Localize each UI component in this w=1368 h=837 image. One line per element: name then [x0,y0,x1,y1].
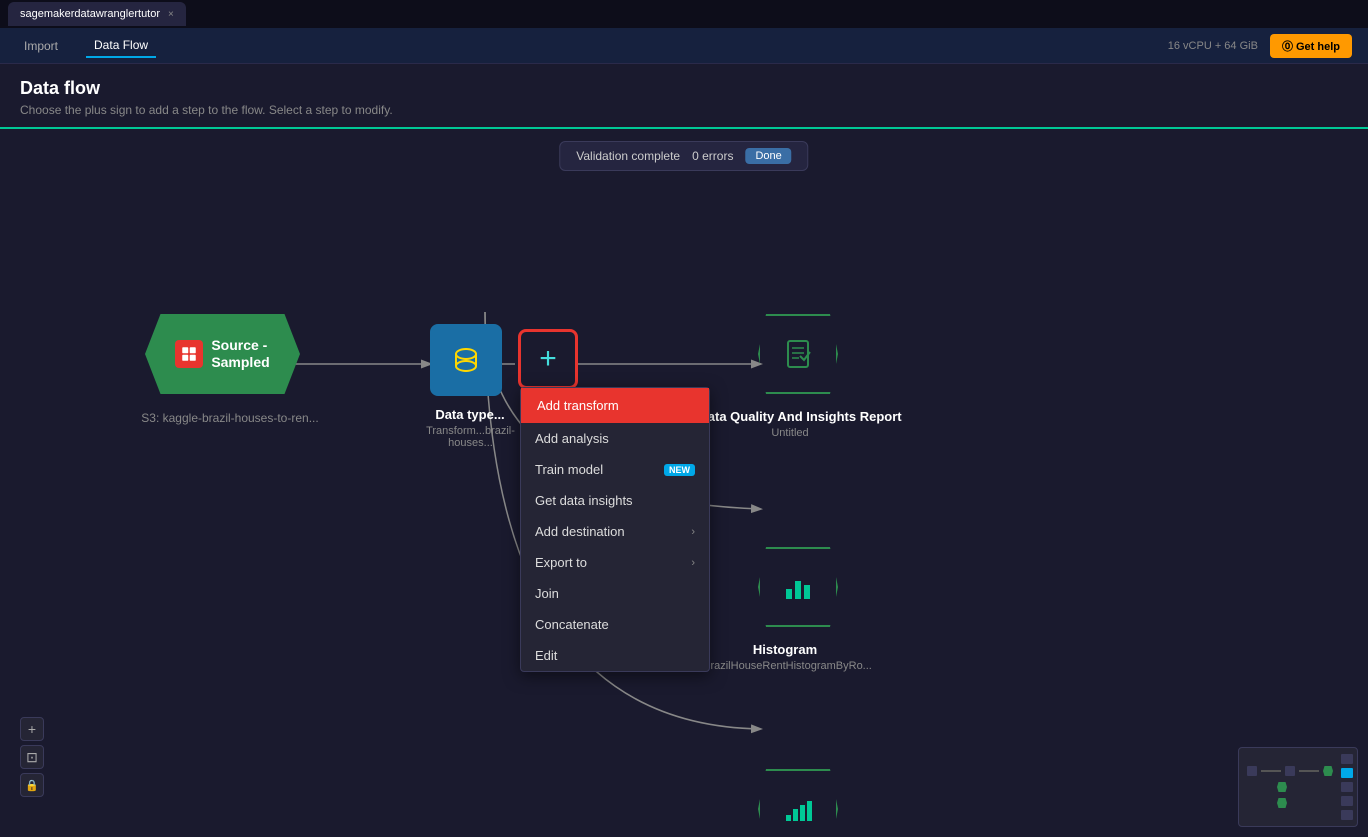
histogram-node[interactable] [758,547,838,627]
app-navbar: Import Data Flow 16 vCPU + 64 GiB ⓪ Get … [0,28,1368,64]
zoom-controls: + ⊡ 🔒 [20,717,44,797]
mini-map [1238,747,1358,827]
datatype-subtitle: Transform...brazil-houses... [408,425,533,449]
browser-tab[interactable]: sagemakerdatawranglertutor × [8,2,186,26]
page-header: Data flow Choose the plus sign to add a … [0,64,1368,129]
quality-node[interactable] [758,314,838,394]
menu-item-get-data-insights[interactable]: Get data insights [521,485,709,516]
histogram-label: Histogram [705,642,865,657]
browser-tabbar: sagemakerdatawranglertutor × [0,0,1368,28]
errors-count: 0 errors [692,149,733,163]
validation-bar: Validation complete 0 errors Done [559,141,808,171]
source-node-inner: Source - Sampled [175,337,269,371]
zoom-lock-button[interactable]: 🔒 [20,773,44,797]
nav-import[interactable]: Import [16,35,66,57]
histogram-subtitle: BrazilHouseRentHistogramByRo... [695,660,880,672]
done-button[interactable]: Done [745,148,791,164]
source-label: Source - Sampled [211,337,269,371]
chevron-right-icon: › [691,526,695,538]
page-subtitle: Choose the plus sign to add a step to th… [20,103,1348,117]
datatype-label: Data type... [415,407,525,422]
quality-label: Data Quality And Insights Report [690,409,910,424]
chevron-right-icon-2: › [691,557,695,569]
validation-message: Validation complete [576,149,680,163]
source-icon [175,340,203,368]
nav-dataflow[interactable]: Data Flow [86,34,156,58]
page-title: Data flow [20,78,1348,99]
zoom-fit-button[interactable]: ⊡ [20,745,44,769]
menu-item-edit[interactable]: Edit [521,640,709,671]
nav-left: Import Data Flow [16,34,156,58]
source-node[interactable]: Source - Sampled [145,314,300,394]
source-subtitle: S3: kaggle-brazil-houses-to-ren... [130,411,330,425]
menu-item-add-destination[interactable]: Add destination › [521,516,709,547]
quality-subtitle: Untitled [710,427,870,439]
canvas-area: Validation complete 0 errors Done [0,129,1368,837]
menu-item-concatenate[interactable]: Concatenate [521,609,709,640]
datatype-node[interactable] [430,324,502,396]
menu-item-add-analysis[interactable]: Add analysis [521,423,709,454]
menu-item-join[interactable]: Join [521,578,709,609]
instance-info: 16 vCPU + 64 GiB [1168,40,1258,52]
nav-right: 16 vCPU + 64 GiB ⓪ Get help [1168,34,1352,58]
tab-close-icon[interactable]: × [168,9,174,20]
context-menu: Add transform Add analysis Train model N… [520,387,710,672]
zoom-in-button[interactable]: + [20,717,44,741]
tab-label: sagemakerdatawranglertutor [20,8,160,20]
menu-item-export-to[interactable]: Export to › [521,547,709,578]
add-node[interactable]: + [518,329,578,389]
menu-item-add-transform[interactable]: Add transform [521,388,709,423]
get-help-button[interactable]: ⓪ Get help [1270,34,1352,58]
menu-item-train-model[interactable]: Train model NEW [521,454,709,485]
new-badge: NEW [664,464,695,476]
quickmodel-node[interactable] [758,769,838,837]
